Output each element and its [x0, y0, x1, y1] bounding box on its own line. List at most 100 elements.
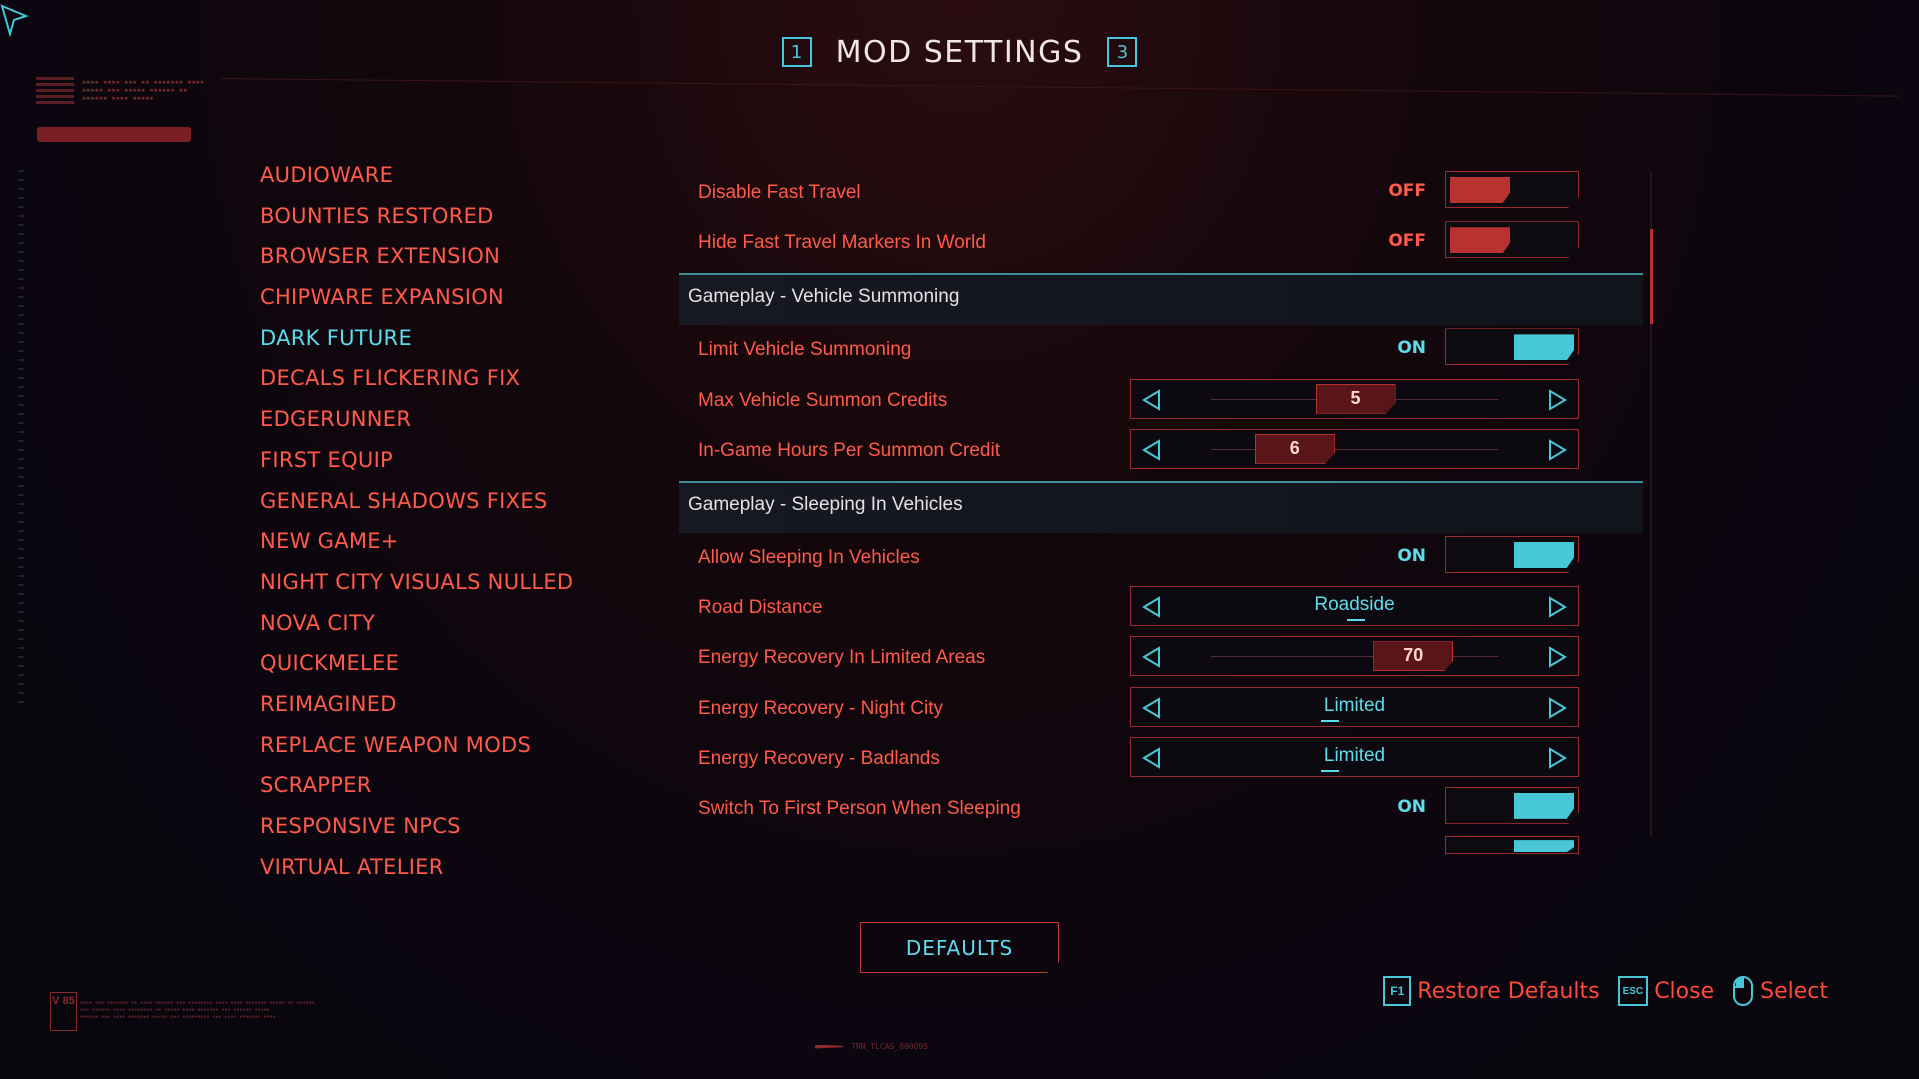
section-header-sleeping-in-vehicles: Gameplay - Sleeping In Vehicles — [679, 480, 1643, 533]
mod-item-browser-extension[interactable]: BROWSER EXTENSION — [260, 236, 573, 277]
mod-item-virtual-atelier[interactable]: VIRTUAL ATELIER — [260, 847, 573, 888]
partial-toggle[interactable] — [1445, 836, 1579, 855]
option-indicator — [1321, 719, 1339, 722]
toggle-fill — [1450, 227, 1510, 254]
setting-label: Allow Sleeping In Vehicles — [698, 546, 920, 568]
slider-track — [1211, 448, 1498, 450]
road-distance-selector[interactable]: Roadside — [1130, 586, 1579, 627]
setting-row-road-distance[interactable]: Road Distance Roadside — [679, 583, 1643, 633]
mod-item-chipware-expansion[interactable]: CHIPWARE EXPANSION — [260, 277, 573, 318]
mod-item-edgerunner[interactable]: EDGERUNNER — [260, 399, 573, 440]
arrow-right-icon[interactable] — [1546, 746, 1568, 769]
fine-print-decoration: ▪▪▪▪ ▪▪▪▪ ▪▪▪ ▪▪ ▪▪▪▪▪▪▪ ▪▪▪▪ ▪▪▪▪▪ ▪▪▪ ▪… — [82, 78, 205, 102]
close-hint[interactable]: ESC Close — [1617, 976, 1715, 1006]
setting-row-energy-badlands[interactable]: Energy Recovery - Badlands Limited — [679, 734, 1643, 784]
bottom-code-decoration: TRN_TLCAS_800095 — [815, 1042, 928, 1051]
mod-item-responsive-npcs[interactable]: RESPONSIVE NPCS — [260, 806, 573, 847]
slider-thumb[interactable]: 5 — [1315, 383, 1396, 414]
setting-row-disable-fast-travel[interactable]: Disable Fast Travel OFF — [679, 168, 1643, 218]
hint-label: Close — [1654, 978, 1715, 1004]
settings-panel: Disable Fast Travel OFF Hide Fast Travel… — [679, 168, 1643, 867]
setting-label: Energy Recovery - Badlands — [698, 747, 940, 769]
energy-badlands-selector[interactable]: Limited — [1130, 736, 1579, 777]
restore-defaults-hint[interactable]: F1 Restore Defaults — [1383, 976, 1600, 1006]
bottom-code-bar — [815, 1044, 843, 1049]
energy-limited-areas-slider[interactable]: 70 — [1130, 636, 1579, 677]
prev-tab-key[interactable]: 1 — [781, 37, 812, 67]
scrollbar-thumb[interactable] — [1650, 229, 1653, 324]
option-value: Limited — [1323, 694, 1386, 716]
hint-label: Restore Defaults — [1417, 978, 1600, 1004]
setting-row-limit-vehicle-summoning[interactable]: Limit Vehicle Summoning ON — [679, 325, 1643, 375]
f1-key-icon: F1 — [1383, 976, 1412, 1006]
slider-thumb[interactable]: 6 — [1254, 433, 1335, 464]
arrow-right-icon[interactable] — [1546, 696, 1568, 719]
mouse-left-click-icon — [1733, 976, 1754, 1006]
mod-item-night-city-visuals-nulled[interactable]: NIGHT CITY VISUALS NULLED — [260, 562, 573, 603]
mod-item-audioware[interactable]: AUDIOWARE — [260, 155, 573, 196]
arrow-right-icon[interactable] — [1546, 438, 1568, 461]
next-tab-key[interactable]: 3 — [1107, 37, 1138, 67]
mod-item-decals-flickering-fix[interactable]: DECALS FLICKERING FIX — [260, 358, 573, 399]
section-header-vehicle-summoning: Gameplay - Vehicle Summoning — [679, 273, 1643, 326]
setting-row-first-person-sleeping[interactable]: Switch To First Person When Sleeping ON — [679, 784, 1643, 834]
toggle-state-text: OFF — [1388, 231, 1426, 252]
mod-item-dark-future[interactable]: DARK FUTURE — [260, 318, 573, 359]
toggle-state-text: ON — [1397, 796, 1426, 817]
settings-scrollbar[interactable] — [1650, 172, 1653, 837]
mod-item-replace-weapon-mods[interactable]: REPLACE WEAPON MODS — [260, 725, 573, 766]
setting-row-max-vehicle-summon-credits[interactable]: Max Vehicle Summon Credits 5 — [679, 376, 1643, 426]
select-hint[interactable]: Select — [1732, 975, 1828, 1007]
defaults-button[interactable]: DEFAULTS — [860, 922, 1059, 973]
mod-item-first-equip[interactable]: FIRST EQUIP — [260, 440, 573, 481]
setting-row-hours-per-summon-credit[interactable]: In-Game Hours Per Summon Credit 6 — [679, 426, 1643, 476]
setting-label: In-Game Hours Per Summon Credit — [698, 439, 1000, 461]
arrow-right-icon[interactable] — [1546, 596, 1568, 618]
page-title: MOD SETTINGS — [835, 34, 1084, 70]
setting-label: Energy Recovery - Night City — [698, 697, 943, 719]
slider-thumb[interactable]: 70 — [1373, 641, 1454, 672]
bottom-code-text: TRN_TLCAS_800095 — [851, 1042, 929, 1051]
first-person-sleeping-toggle[interactable] — [1445, 786, 1579, 824]
footer-fine-print-decoration: ▪▪▪▪ ▪▪▪ ▪▪▪▪▪▪▪ ▪▪ ▪▪▪▪ ▪▪▪▪▪▪ ▪▪▪ ▪▪▪▪… — [80, 1000, 315, 1020]
disable-fast-travel-toggle[interactable] — [1445, 171, 1579, 208]
setting-row-energy-night-city[interactable]: Energy Recovery - Night City Limited — [679, 684, 1643, 734]
slider-track — [1211, 656, 1498, 658]
mod-item-quickmelee[interactable]: QUICKMELEE — [260, 643, 573, 684]
section-title: Gameplay - Sleeping In Vehicles — [688, 493, 963, 515]
mod-item-general-shadows-fixes[interactable]: GENERAL SHADOWS FIXES — [260, 481, 573, 522]
setting-row-energy-limited-areas[interactable]: Energy Recovery In Limited Areas 70 — [679, 633, 1643, 683]
setting-row-hide-fast-travel-markers[interactable]: Hide Fast Travel Markers In World OFF — [679, 218, 1643, 268]
hours-per-credit-slider[interactable]: 6 — [1130, 428, 1579, 469]
option-indicator — [1347, 619, 1365, 622]
allow-sleeping-toggle[interactable] — [1445, 535, 1579, 573]
setting-label: Limit Vehicle Summoning — [698, 339, 912, 361]
toggle-fill — [1514, 792, 1574, 819]
hide-fast-travel-markers-toggle[interactable] — [1445, 221, 1579, 259]
esc-key-icon: ESC — [1617, 976, 1649, 1006]
mod-item-bounties-restored[interactable]: BOUNTIES RESTORED — [260, 196, 573, 237]
setting-label: Disable Fast Travel — [698, 182, 861, 203]
setting-row-partial[interactable] — [679, 834, 1643, 855]
setting-row-allow-sleeping[interactable]: Allow Sleeping In Vehicles ON — [679, 533, 1643, 583]
mod-item-reimagined[interactable]: REIMAGINED — [260, 684, 573, 725]
toggle-state-text: OFF — [1388, 181, 1426, 201]
mod-item-scrapper[interactable]: SCRAPPER — [260, 765, 573, 806]
arrow-left-icon[interactable] — [1141, 388, 1163, 411]
energy-night-city-selector[interactable]: Limited — [1130, 686, 1579, 727]
arrow-left-icon[interactable] — [1141, 646, 1163, 669]
arrow-left-icon[interactable] — [1141, 438, 1163, 461]
flag-decoration — [36, 74, 74, 104]
toggle-fill — [1514, 840, 1574, 853]
mod-item-new-game-plus[interactable]: NEW GAME+ — [260, 521, 573, 562]
mod-item-nova-city[interactable]: NOVA CITY — [260, 603, 573, 644]
max-summon-credits-slider[interactable]: 5 — [1130, 378, 1579, 419]
arrow-right-icon[interactable] — [1546, 646, 1568, 669]
toggle-fill — [1514, 541, 1574, 568]
version-badge: V 85 — [50, 992, 77, 1031]
option-indicator — [1321, 769, 1339, 772]
option-value: Roadside — [1314, 594, 1395, 616]
hint-label: Select — [1760, 978, 1828, 1004]
limit-vehicle-summoning-toggle[interactable] — [1445, 328, 1579, 366]
arrow-right-icon[interactable] — [1546, 388, 1568, 411]
